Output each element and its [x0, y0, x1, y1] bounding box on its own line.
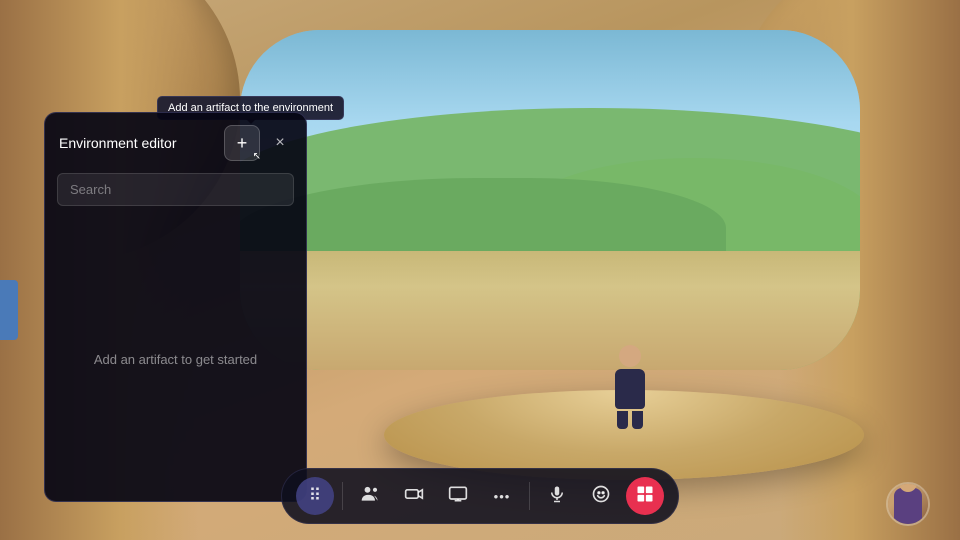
toolbar-camera-button[interactable] [395, 477, 433, 515]
mic-icon [548, 484, 566, 509]
apps-icon: ⠿ [309, 486, 321, 506]
ground [240, 251, 860, 370]
vr-background: Add an artifact to the environment Envir… [0, 0, 960, 540]
avatar-btn-head [899, 482, 917, 492]
avatar-legs [610, 411, 650, 429]
panel-content: Add an artifact to get started [45, 218, 306, 501]
avatar-body [615, 369, 645, 409]
toolbar-separator-2 [529, 482, 530, 510]
add-artifact-button[interactable]: + ↖ [224, 125, 260, 161]
emoji-icon [591, 484, 611, 509]
panel-title: Environment editor [59, 135, 177, 151]
plus-icon: + [237, 133, 248, 154]
view-icon [635, 484, 655, 509]
hills [240, 132, 860, 268]
panel-header: Environment editor + ↖ × [45, 113, 306, 173]
bottom-toolbar: ⠿ [281, 468, 679, 524]
toolbar-mic-button[interactable] [538, 477, 576, 515]
toolbar-separator-1 [342, 482, 343, 510]
cursor-icon: ↖ [253, 151, 261, 162]
toolbar-apps-button[interactable]: ⠿ [296, 477, 334, 515]
avatar-head [619, 345, 641, 367]
share-icon [448, 484, 468, 509]
avatar-leg-right [632, 411, 643, 429]
environment-editor-panel: Environment editor + ↖ × Add an artifact… [44, 112, 307, 502]
toolbar-more-button[interactable]: ••• [483, 477, 521, 515]
panel-header-actions: + ↖ × [224, 125, 292, 161]
toolbar-emoji-button[interactable] [582, 477, 620, 515]
search-input[interactable] [57, 173, 294, 206]
user-avatar-button[interactable] [886, 482, 930, 526]
side-accent-strip [0, 280, 18, 340]
more-icon: ••• [494, 489, 511, 504]
panel-search-area [45, 173, 306, 218]
people-icon [360, 484, 380, 509]
scene-avatar [610, 345, 650, 425]
avatar-leg-left [617, 411, 628, 429]
toolbar-view-button[interactable] [626, 477, 664, 515]
close-icon: × [275, 134, 284, 152]
toolbar-share-button[interactable] [439, 477, 477, 515]
window-landscape [240, 30, 860, 370]
empty-state-label: Add an artifact to get started [94, 352, 257, 367]
avatar-btn-figure [894, 488, 922, 524]
avatar-btn-background [888, 484, 928, 524]
close-panel-button[interactable]: × [268, 131, 292, 155]
toolbar-people-button[interactable] [351, 477, 389, 515]
camera-icon [404, 484, 424, 509]
